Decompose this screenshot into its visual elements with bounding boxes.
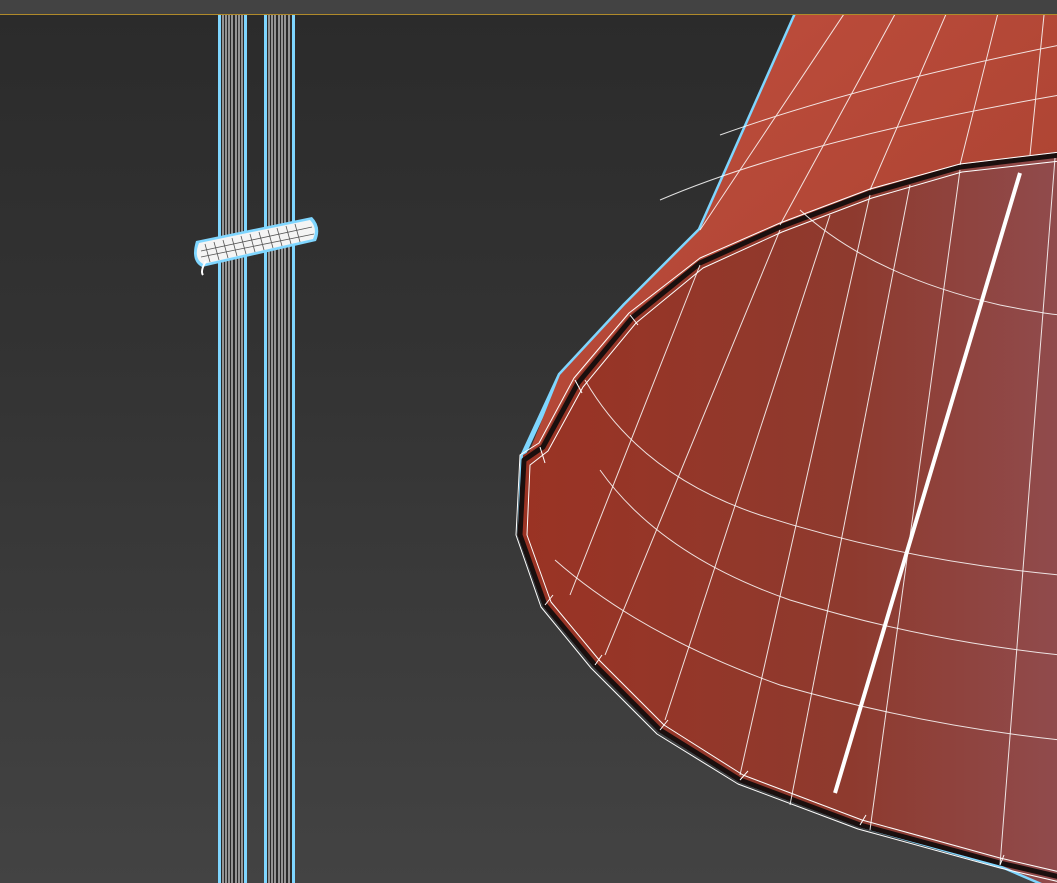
pole-clamp[interactable]: [194, 217, 319, 276]
pole-left-wireframe: [222, 15, 243, 883]
clamp-body: [196, 220, 315, 264]
pole-left[interactable]: [218, 15, 247, 883]
viewport-top-bar: [0, 0, 1057, 14]
viewport-window[interactable]: [0, 0, 1057, 883]
pole-right[interactable]: [264, 15, 295, 883]
lamp-shade[interactable]: [515, 15, 1057, 883]
perspective-viewport[interactable]: [0, 15, 1057, 883]
scene-canvas[interactable]: [0, 15, 1057, 883]
